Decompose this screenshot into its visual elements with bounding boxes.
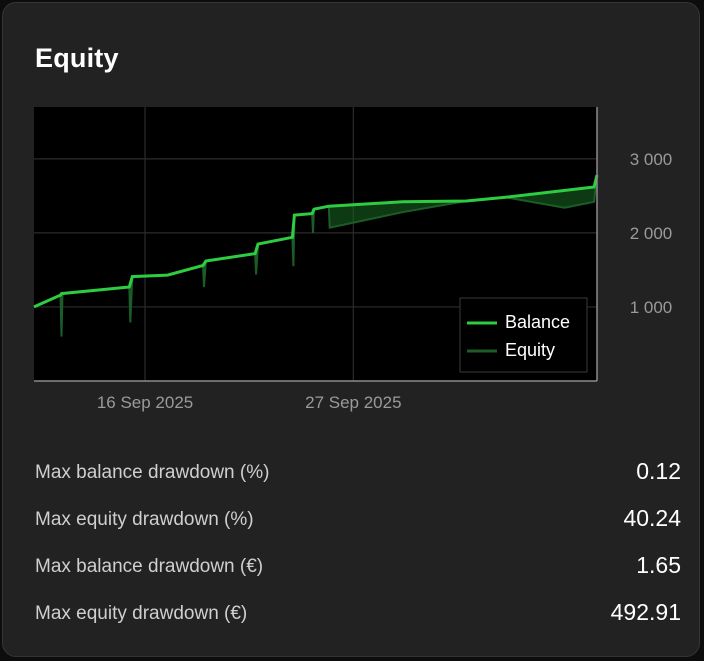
chart-legend: Balance Equity: [459, 297, 588, 373]
equity-chart[interactable]: 3 000 2 000 1 000 16 Sep 2025 27 Sep 2025 B…: [3, 3, 701, 443]
x-tick-label: 16 Sep 2025: [97, 393, 193, 412]
drawdown-stats: Max balance drawdown (%) 0.12 Max equity…: [35, 455, 683, 643]
legend-balance-label: Balance: [505, 312, 570, 332]
stat-value: 492.91: [610, 599, 681, 625]
stat-row: Max equity drawdown (%) 40.24: [35, 502, 683, 549]
y-tick-label: 1 000: [630, 298, 673, 317]
stat-value: 0.12: [636, 458, 681, 484]
x-tick-label: 27 Sep 2025: [305, 393, 401, 412]
stat-label: Max balance drawdown (€): [35, 556, 264, 577]
stat-label: Max equity drawdown (%): [35, 509, 254, 530]
stat-value: 40.24: [623, 505, 681, 531]
stat-label: Max balance drawdown (%): [35, 462, 270, 483]
legend-equity-label: Equity: [505, 340, 555, 360]
stat-row: Max balance drawdown (€) 1.65: [35, 549, 683, 596]
stat-row: Max equity drawdown (€) 492.91: [35, 596, 683, 643]
x-axis-ticks: 16 Sep 2025 27 Sep 2025: [97, 393, 402, 412]
y-axis-ticks: 3 000 2 000 1 000: [630, 150, 673, 317]
stat-value: 1.65: [636, 552, 681, 578]
y-tick-label: 2 000: [630, 224, 673, 243]
equity-card: Equity 3 000 2 000 1 000 16 Sep 2025 27 Sep…: [2, 2, 700, 657]
stat-label: Max equity drawdown (€): [35, 603, 248, 624]
y-tick-label: 3 000: [630, 150, 673, 169]
legend-box: [459, 297, 588, 373]
stat-row: Max balance drawdown (%) 0.12: [35, 455, 683, 502]
